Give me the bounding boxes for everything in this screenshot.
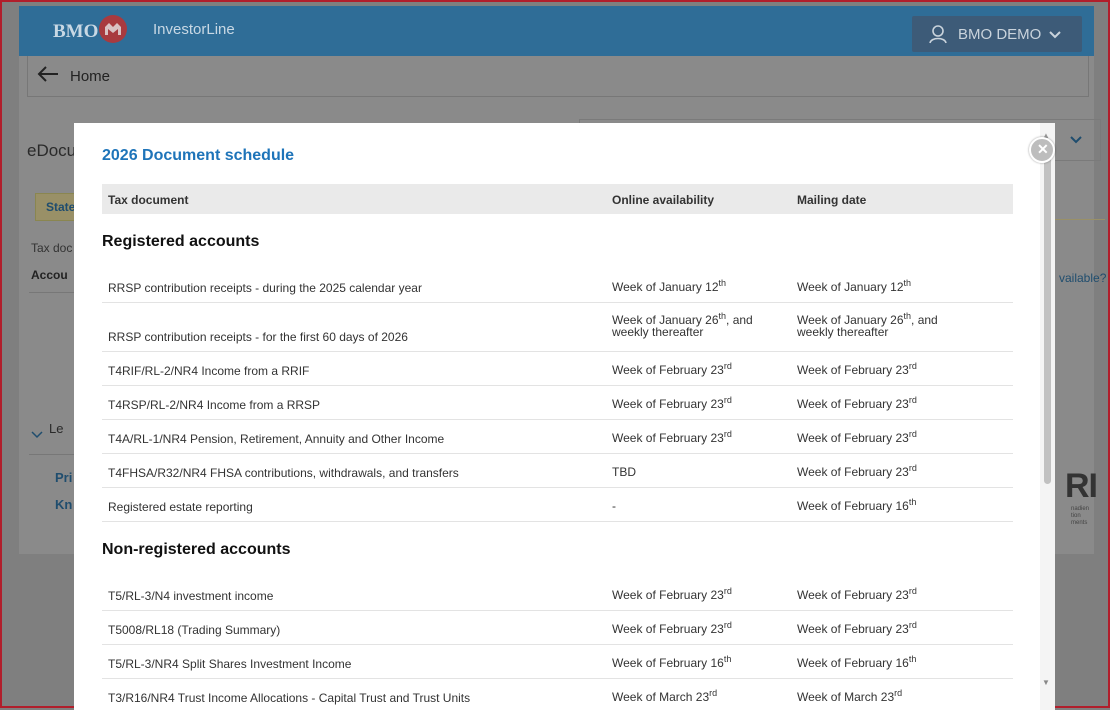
modal-title: 2026 Document schedule [102, 147, 295, 164]
bmo-logo-icon [99, 15, 127, 43]
mailing-date-cell: Week of February 23rd [797, 395, 917, 411]
online-availability-cell: Week of February 23rd [612, 395, 732, 411]
tax-document-cell: T4FHSA/R32/NR4 FHSA contributions, withd… [108, 466, 459, 480]
ciro-logo: RI [1065, 467, 1098, 505]
online-availability-cell: Week of March 23rd [612, 688, 718, 704]
section-title-non-registered: Non-registered accounts [102, 541, 291, 558]
tax-document-cell: T5/RL-3/N4 investment income [108, 589, 274, 603]
close-icon: ✕ [1037, 141, 1049, 157]
tax-document-cell: T5/RL-3/NR4 Split Shares Investment Inco… [108, 657, 352, 671]
table-row: T5008/RL18 (Trading Summary) Week of Feb… [102, 611, 1013, 645]
chevron-down-icon [31, 426, 43, 444]
tab-statements-label: State [46, 200, 76, 214]
tax-document-cell: T4RIF/RL-2/NR4 Income from a RRIF [108, 364, 310, 378]
chevron-down-icon [1069, 132, 1083, 150]
chevron-down-icon [1048, 27, 1062, 44]
table-row: T5/RL-3/N4 investment income Week of Feb… [102, 577, 1013, 611]
online-availability-cell: Week of February 23rd [612, 620, 732, 636]
document-schedule-modal: 2026 Document schedule Tax document Onli… [74, 123, 1055, 710]
tax-document-cell: T3/R16/NR4 Trust Income Allocations - Ca… [108, 691, 471, 705]
modal-scrollbar-thumb[interactable] [1044, 154, 1051, 484]
table-row: Registered estate reporting - Week of Fe… [102, 488, 1013, 522]
mailing-date-cell: Week of February 23rd [797, 586, 917, 602]
tax-document-cell: RRSP contribution receipts - for the fir… [108, 330, 408, 344]
table-row: T3/R16/NR4 Trust Income Allocations - Ca… [102, 679, 1013, 710]
table-row: T4FHSA/R32/NR4 FHSA contributions, withd… [102, 454, 1013, 488]
product-name: InvestorLine [153, 21, 235, 38]
mailing-date-cell: Week of January 12th [797, 278, 912, 294]
table-row: RRSP contribution receipts - during the … [102, 269, 1013, 303]
column-header-tax-document: Tax document [108, 193, 189, 207]
section-title-registered: Registered accounts [102, 233, 260, 250]
mailing-date-cell: Week of February 23rd [797, 463, 917, 479]
scroll-down-arrow-icon[interactable]: ▼ [1042, 678, 1050, 687]
mailing-date-cell: Week of February 23rd [797, 429, 917, 445]
tax-document-cell: T5008/RL18 (Trading Summary) [108, 623, 281, 637]
table-header: Tax document Online availability Mailing… [102, 184, 1013, 214]
mailing-date-cell: Week of February 16th [797, 497, 917, 513]
back-arrow-icon[interactable] [36, 64, 60, 89]
online-availability-cell: Week of January 26th, and weekly thereaf… [612, 311, 753, 339]
know-link[interactable]: Kn [55, 497, 72, 512]
table-row: T4RSP/RL-2/NR4 Income from a RRSP Week o… [102, 386, 1013, 420]
column-header-online-availability: Online availability [612, 193, 715, 207]
legal-toggle[interactable]: Le [49, 421, 63, 436]
tax-doc-text: Tax doc [31, 241, 73, 255]
online-availability-cell: Week of February 16th [612, 654, 732, 670]
online-availability-cell: Week of January 12th [612, 278, 727, 294]
online-availability-cell: - [612, 499, 616, 513]
tax-document-cell: T4RSP/RL-2/NR4 Income from a RRSP [108, 398, 321, 412]
mailing-date-cell: Week of February 23rd [797, 620, 917, 636]
table-row: T4A/RL-1/NR4 Pension, Retirement, Annuit… [102, 420, 1013, 454]
user-menu-button[interactable]: BMO DEMO [912, 16, 1082, 52]
account-label: Accou [31, 268, 68, 282]
online-availability-cell: Week of February 23rd [612, 429, 732, 445]
mailing-date-cell: Week of February 23rd [797, 361, 917, 377]
mailing-date-cell: Week of March 23rd [797, 688, 903, 704]
home-link[interactable]: Home [70, 68, 110, 85]
home-nav-bar: Home [27, 56, 1089, 97]
user-icon [928, 24, 948, 48]
tax-document-cell: RRSP contribution receipts - during the … [108, 281, 422, 295]
brand-name: BMO [53, 21, 99, 42]
table-row: RRSP contribution receipts - for the fir… [102, 303, 1013, 352]
top-header-bar: BMO InvestorLine BMO DEMO [19, 6, 1094, 56]
tax-document-cell: Registered estate reporting [108, 500, 253, 514]
mailing-date-cell: Week of January 26th, and weekly thereaf… [797, 311, 938, 339]
tax-document-cell: T4A/RL-1/NR4 Pension, Retirement, Annuit… [108, 432, 445, 446]
table-row: T4RIF/RL-2/NR4 Income from a RRIF Week o… [102, 352, 1013, 386]
page-title: eDocu [27, 141, 77, 160]
online-availability-cell: Week of February 23rd [612, 361, 732, 377]
privacy-link[interactable]: Pri [55, 470, 72, 485]
close-modal-button[interactable]: ✕ [1029, 137, 1055, 163]
table-row: T5/RL-3/NR4 Split Shares Investment Inco… [102, 645, 1013, 679]
mailing-date-cell: Week of February 16th [797, 654, 917, 670]
available-link[interactable]: vailable? [1059, 271, 1106, 285]
online-availability-cell: Week of February 23rd [612, 586, 732, 602]
ciro-logo-subtext: nadien tion ments [1071, 506, 1090, 526]
column-header-mailing-date: Mailing date [797, 193, 867, 207]
online-availability-cell: TBD [612, 465, 636, 479]
user-menu-label: BMO DEMO [958, 26, 1042, 43]
